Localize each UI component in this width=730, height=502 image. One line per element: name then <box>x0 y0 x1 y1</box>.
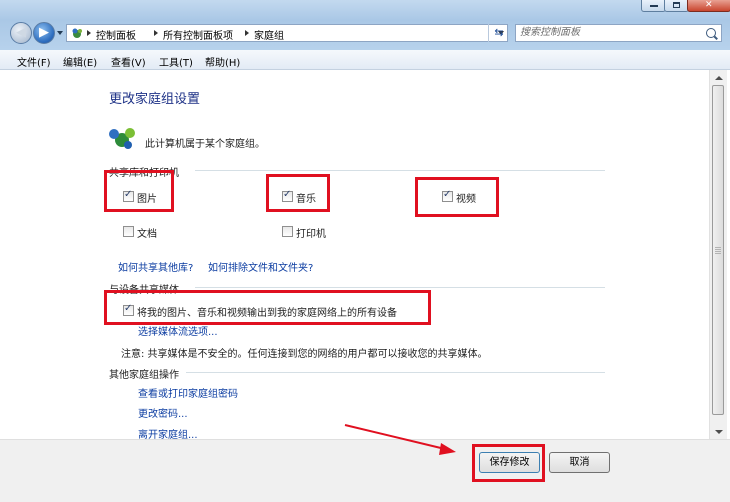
vertical-scrollbar[interactable] <box>709 70 727 439</box>
breadcrumb-separator-icon <box>245 30 249 36</box>
forward-button[interactable]: ▶ <box>33 22 55 44</box>
close-icon: ✕ <box>705 0 713 10</box>
menu-bar: 文件(F) 编辑(E) 查看(V) 工具(T) 帮助(H) <box>0 50 730 70</box>
search-icon[interactable] <box>706 28 716 38</box>
sharing-warning: 注意: 共享媒体是不安全的。任何连接到您的网络的用户都可以接收您的共享媒体。 <box>121 349 488 360</box>
media-highlight-box <box>104 290 431 325</box>
scroll-grip-icon <box>715 247 721 254</box>
scroll-down-icon[interactable] <box>715 430 723 434</box>
documents-checkbox[interactable] <box>123 226 134 237</box>
exclude-files-link[interactable]: 如何排除文件和文件夹? <box>208 259 313 274</box>
breadcrumb-control-panel[interactable]: 控制面板 <box>96 27 136 42</box>
minimize-button[interactable] <box>641 0 666 12</box>
minimize-icon <box>649 5 658 7</box>
media-streaming-options-link[interactable]: 选择媒体流选项... <box>138 323 218 338</box>
page-title: 更改家庭组设置 <box>109 92 201 107</box>
section-divider <box>195 170 605 171</box>
printers-checkbox[interactable] <box>282 226 293 237</box>
other-actions-title: 其他家庭组操作 <box>109 370 179 381</box>
breadcrumb-separator-icon <box>154 30 158 36</box>
music-highlight-box <box>266 174 330 212</box>
menu-help[interactable]: 帮助(H) <box>205 54 240 69</box>
videos-highlight-box <box>415 177 499 217</box>
scroll-up-icon[interactable] <box>715 76 723 80</box>
address-bar[interactable]: 控制面板 所有控制面板项 家庭组 <box>66 24 508 42</box>
breadcrumb-homegroup[interactable]: 家庭组 <box>254 27 284 42</box>
menu-file[interactable]: 文件(F) <box>17 54 51 69</box>
refresh-button[interactable]: ⇆ <box>488 24 509 42</box>
homegroup-icon <box>109 128 135 149</box>
view-print-password-link[interactable]: 查看或打印家庭组密码 <box>138 385 238 400</box>
control-panel-icon <box>72 28 82 38</box>
forward-arrow-icon: ▶ <box>39 25 49 40</box>
section-divider <box>186 372 605 373</box>
homegroup-status: 此计算机属于某个家庭组。 <box>145 139 265 150</box>
breadcrumb-separator-icon <box>87 30 91 36</box>
window-titlebar: ✕ ◀ ▶ 控制面板 所有控制面板项 家庭组 ⇆ <box>0 0 730 50</box>
search-input[interactable] <box>520 26 700 39</box>
button-bar: 保存修改 取消 <box>0 439 730 502</box>
search-box[interactable] <box>515 24 722 42</box>
cancel-button[interactable]: 取消 <box>549 452 610 473</box>
scroll-thumb[interactable] <box>712 85 724 415</box>
close-button[interactable]: ✕ <box>687 0 730 12</box>
recent-pages-dropdown[interactable] <box>57 31 63 35</box>
menu-edit[interactable]: 编辑(E) <box>63 54 97 69</box>
maximize-button[interactable] <box>664 0 689 12</box>
documents-label: 文档 <box>137 229 157 240</box>
back-arrow-icon: ◀ <box>16 25 26 40</box>
maximize-icon <box>672 2 680 8</box>
content-pane: 更改家庭组设置 此计算机属于某个家庭组。 共享库和打印机 图片 音乐 视频 文档… <box>0 70 709 441</box>
pictures-highlight-box <box>104 170 174 212</box>
save-highlight-box <box>472 444 545 482</box>
menu-view[interactable]: 查看(V) <box>111 54 146 69</box>
menu-tools[interactable]: 工具(T) <box>159 54 193 69</box>
refresh-icon: ⇆ <box>494 26 504 39</box>
back-button[interactable]: ◀ <box>10 22 32 44</box>
printers-label: 打印机 <box>296 229 326 240</box>
section-divider <box>195 287 605 288</box>
breadcrumb-all-items[interactable]: 所有控制面板项 <box>163 27 233 42</box>
change-password-link[interactable]: 更改密码... <box>138 405 188 420</box>
share-other-libraries-link[interactable]: 如何共享其他库? <box>118 259 193 274</box>
